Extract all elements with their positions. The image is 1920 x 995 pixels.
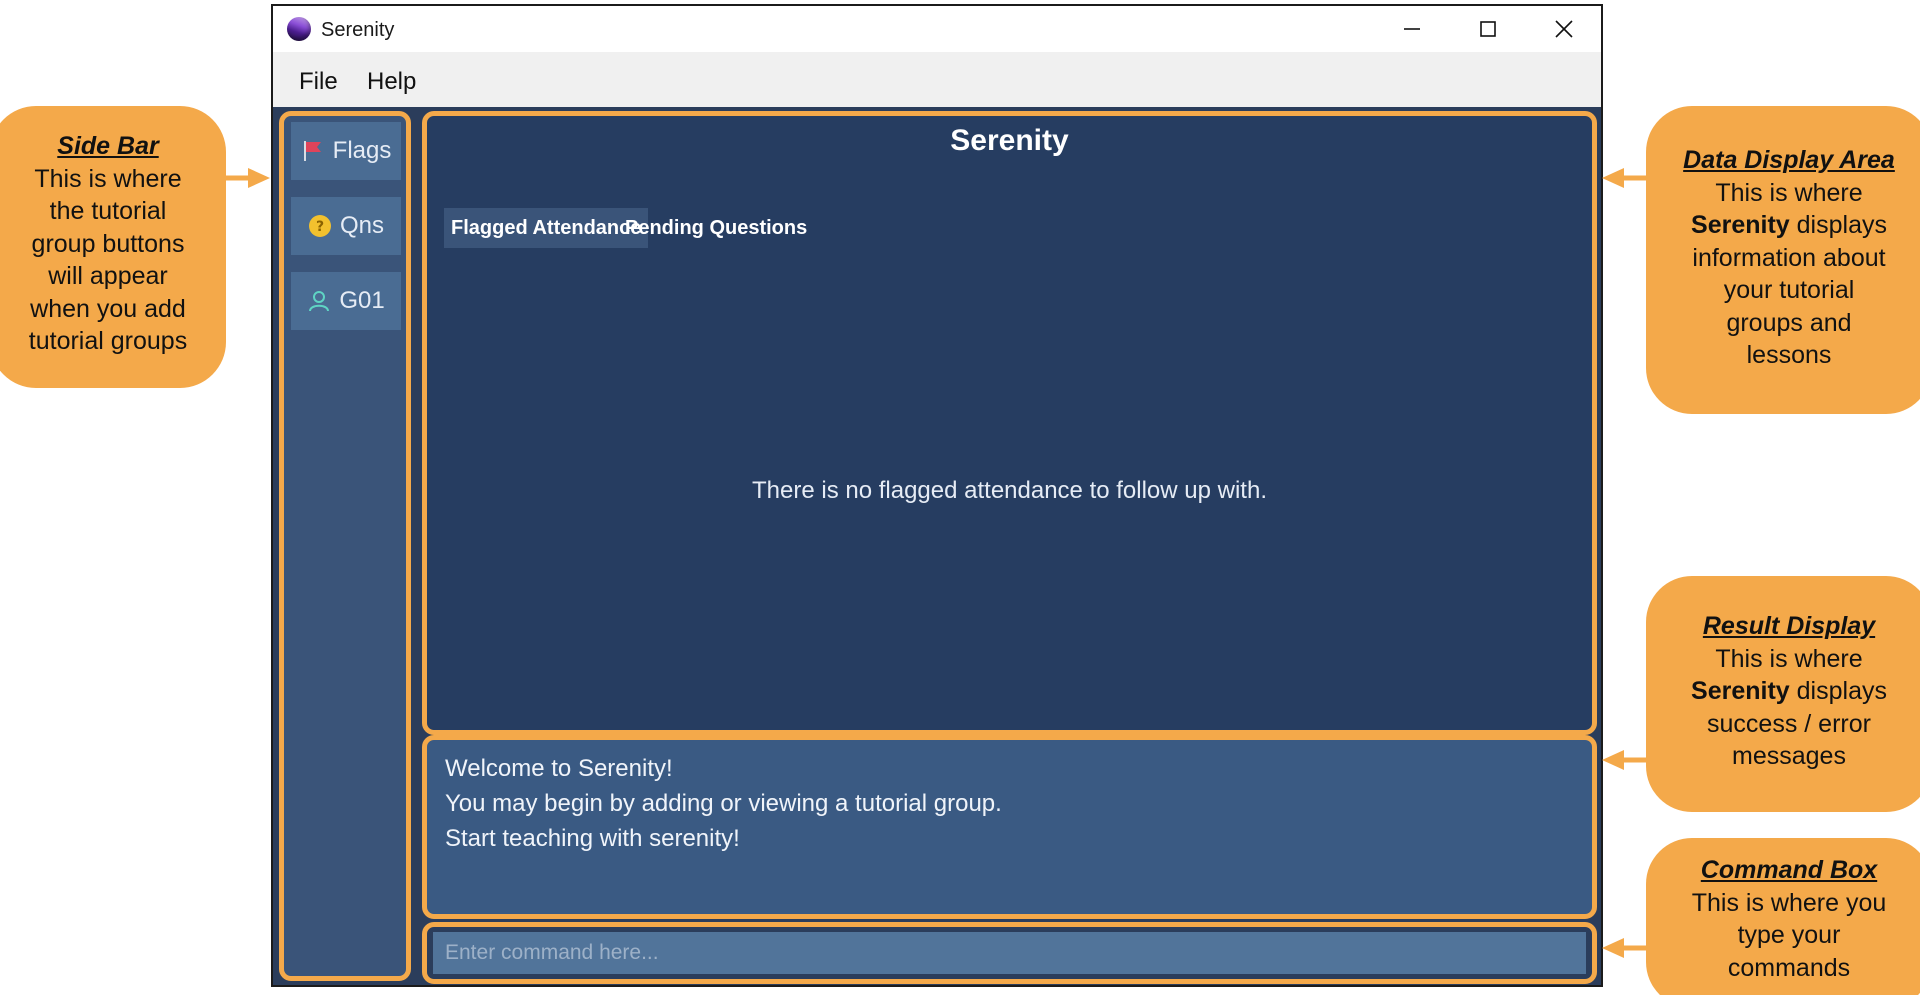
callout-line: Serenity displays [1646, 675, 1920, 708]
sidebar: Flags ? Qns G01 [279, 111, 411, 981]
result-line: You may begin by adding or viewing a tut… [445, 790, 1002, 817]
callout-heading: Command Box [1700, 856, 1878, 884]
callout-line: your tutorial [1723, 276, 1855, 304]
callout-line: lessons [1746, 341, 1832, 369]
menu-bar: File Help [273, 52, 1601, 107]
callout-bold-text: Serenity [1691, 211, 1790, 239]
maximize-button[interactable] [1451, 6, 1525, 52]
callout-line: success / error [1707, 709, 1871, 738]
callout-side-bar: Side Bar This is where the tutorial grou… [0, 106, 226, 388]
callout-line: will appear [48, 262, 168, 290]
callout-heading: Side Bar [57, 132, 159, 160]
menu-help[interactable]: Help [367, 68, 416, 96]
callout-text: displays [1789, 677, 1887, 705]
tab-pending-questions[interactable]: Pending Questions [618, 208, 814, 248]
callout-line: This is where [1715, 644, 1863, 673]
callout-line: tutorial groups [28, 327, 188, 355]
callout-line: This is where [34, 164, 182, 193]
command-box-arrow [1602, 938, 1646, 958]
question-icon: ? [308, 215, 331, 237]
callout-line: group buttons [31, 229, 185, 258]
sidebar-item-flags[interactable]: Flags [291, 122, 401, 180]
result-line: Start teaching with serenity! [445, 825, 740, 852]
data-display-area: Serenity Flagged Attendance Pending Ques… [422, 111, 1597, 735]
maximize-icon [1480, 21, 1496, 37]
empty-state-message: There is no flagged attendance to follow… [752, 477, 1267, 504]
command-box [422, 922, 1597, 984]
app-body: Flags ? Qns G01 Serenity Flagged Attenda… [273, 107, 1601, 985]
app-logo-icon [287, 17, 311, 41]
sidebar-item-qns[interactable]: ? Qns [291, 197, 401, 255]
sidebar-item-label: G01 [339, 287, 385, 314]
side-bar-arrow [226, 168, 270, 188]
annotated-screenshot: Serenity File Help Flags ? Qns G01 Seren… [0, 0, 1920, 995]
callout-heading: Result Display [1702, 612, 1876, 640]
flag-icon [303, 141, 321, 161]
sidebar-item-label: Flags [332, 137, 392, 164]
callout-command-box: Command Box This is where you type your … [1646, 838, 1920, 995]
close-button[interactable] [1527, 6, 1601, 52]
callout-result-display: Result Display This is where Serenity di… [1646, 576, 1920, 812]
callout-text: displays [1789, 211, 1887, 239]
result-display: Welcome to Serenity! You may begin by ad… [422, 735, 1597, 919]
result-display-arrow [1602, 750, 1646, 770]
app-window: Serenity File Help Flags ? Qns G01 Seren… [271, 4, 1603, 987]
callout-line: Serenity displays [1646, 209, 1920, 242]
sidebar-item-label: Qns [339, 212, 384, 239]
callout-data-display-area: Data Display Area This is where Serenity… [1646, 106, 1920, 414]
callout-bold-text: Serenity [1691, 677, 1790, 705]
panel-title: Serenity [950, 124, 1069, 157]
callout-line: This is where [1715, 178, 1863, 207]
callout-line: when you add [30, 294, 186, 323]
callout-heading: Data Display Area [1683, 146, 1895, 174]
callout-line: the tutorial [49, 197, 167, 225]
callout-line: messages [1732, 742, 1846, 770]
callout-line: information about [1692, 243, 1886, 272]
command-input[interactable] [433, 932, 1586, 974]
minimize-button[interactable] [1375, 6, 1449, 52]
callout-line: groups and [1726, 308, 1852, 337]
callout-line: commands [1727, 953, 1851, 982]
person-icon [309, 291, 330, 312]
menu-file[interactable]: File [299, 68, 338, 96]
result-line: Welcome to Serenity! [445, 755, 673, 782]
callout-line: This is where you [1691, 888, 1887, 917]
window-title: Serenity [321, 19, 395, 41]
title-bar[interactable]: Serenity [273, 6, 1601, 52]
svg-text:?: ? [316, 219, 324, 235]
callout-line: type your [1737, 921, 1841, 949]
data-display-arrow [1602, 168, 1646, 188]
minimize-icon [1404, 28, 1420, 30]
close-icon [1555, 20, 1573, 38]
sidebar-item-g01[interactable]: G01 [291, 272, 401, 330]
